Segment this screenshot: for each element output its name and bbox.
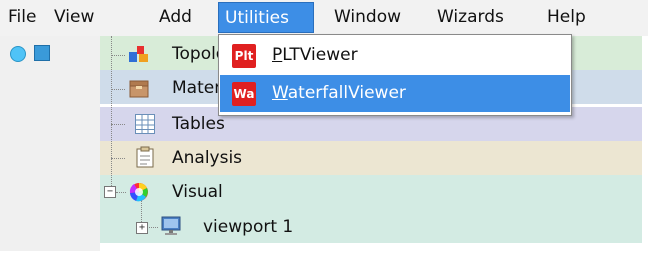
tree-item-label[interactable]: Analysis [172,142,242,174]
menu-window[interactable]: Window [334,2,401,33]
menu-file[interactable]: File [8,2,36,33]
menu-view[interactable]: View [54,2,94,33]
tree-line [111,36,112,192]
menu-add[interactable]: Add [159,2,192,33]
tree-line [111,158,125,159]
tree-item-label[interactable]: Visual [172,176,223,208]
plt-icon: Plt [232,44,256,68]
color-wheel-icon [129,183,148,202]
expand-icon[interactable]: + [136,222,148,234]
clipboard-icon [136,146,154,168]
menu-item-pltviewer[interactable]: Plt PLTViewer [220,37,570,74]
tree-gutter [0,36,100,251]
utilities-dropdown: Plt PLTViewer Wa WaterfallViewer [218,34,572,116]
blocks-icon [129,46,148,62]
menu-bar: File View Add Utilities Window Wizards H… [0,0,648,36]
cube-icon [34,45,50,61]
tree-line [111,124,125,125]
tree-line [111,89,125,90]
monitor-icon [161,216,181,235]
tree-item-label[interactable]: viewport 1 [203,211,293,243]
menu-item-waterfallviewer[interactable]: Wa WaterfallViewer [220,75,570,112]
menu-wizards[interactable]: Wizards [437,2,504,33]
tree-line [116,192,126,193]
tree-line [111,55,125,56]
table-icon [135,114,155,134]
sphere-icon [10,46,26,62]
menu-item-label: PLTViewer [272,45,358,65]
box-icon [129,80,149,98]
row-materials-bg-right [570,70,642,104]
waterfall-icon: Wa [232,82,256,106]
collapse-icon[interactable]: − [104,186,116,198]
row-topology-bg-right [570,36,642,70]
menu-utilities[interactable]: Utilities [218,2,314,33]
menu-item-label: WaterfallViewer [272,83,406,103]
tree-item-label[interactable]: Tables [172,108,225,140]
menu-help[interactable]: Help [547,2,586,33]
